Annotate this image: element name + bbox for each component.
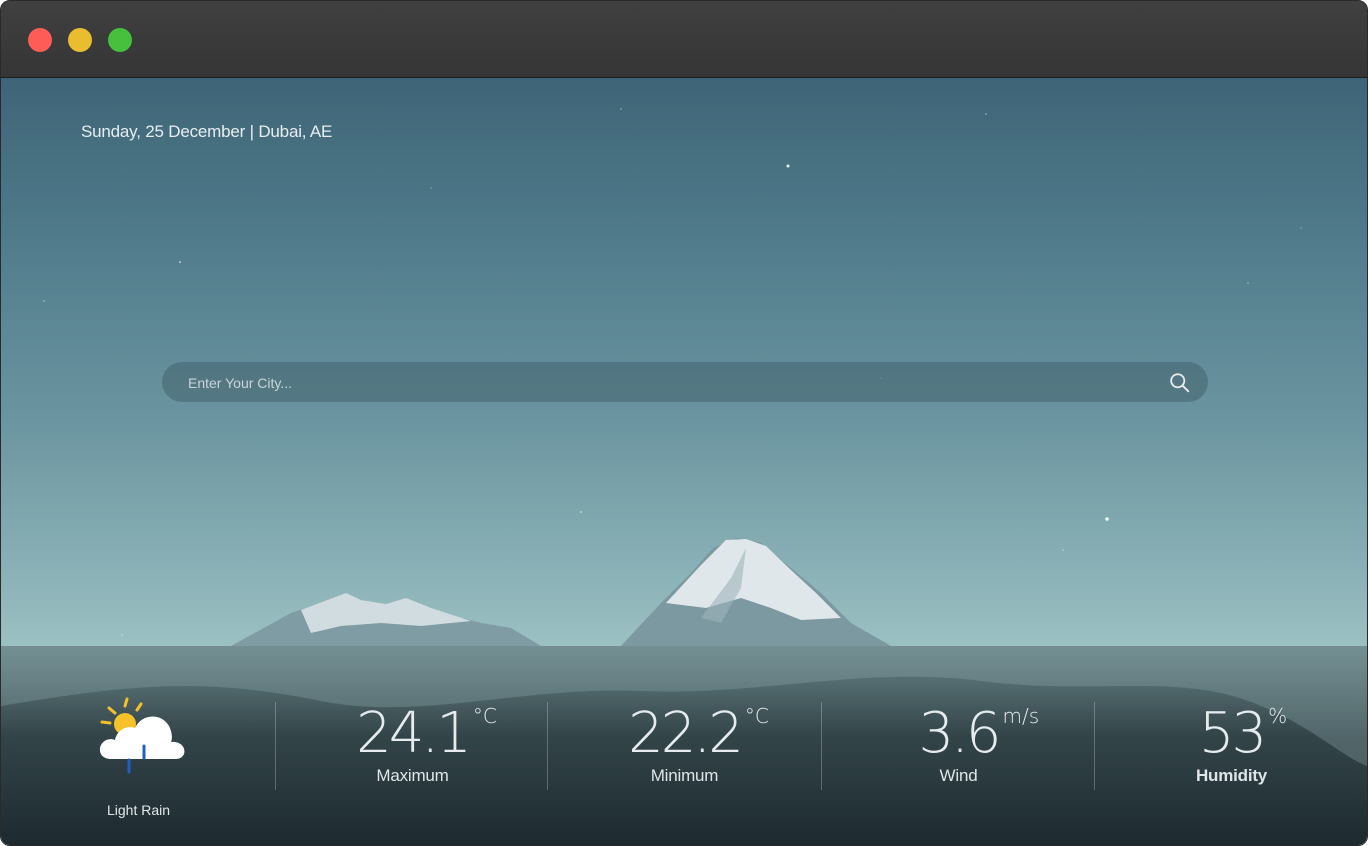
city-search-input[interactable]: [186, 362, 1150, 404]
background-scene: Sunday, 25 December | Dubai, AE Enter Yo…: [1, 78, 1367, 845]
minimize-button[interactable]: [68, 28, 92, 52]
date-location: Sunday, 25 December | Dubai, AE: [81, 122, 333, 141]
stat-unit: °C: [744, 704, 769, 728]
stat-value: 53%: [1198, 701, 1288, 766]
maximize-button[interactable]: [108, 28, 132, 52]
stat-label: Wind: [939, 766, 978, 785]
stat-value: 3.6 m/s: [918, 701, 1040, 766]
stat-wind: 3.6 m/s Wind: [822, 704, 1095, 786]
close-button[interactable]: [28, 28, 52, 52]
app-window: Sunday, 25 December | Dubai, AE Enter Yo…: [0, 0, 1368, 846]
stat-label: Humidity: [1195, 766, 1268, 785]
stat-unit: °C: [472, 704, 497, 728]
search-icon[interactable]: [1169, 372, 1190, 393]
stat-humidity: 53% Humidity: [1095, 704, 1367, 786]
stat-value: 22.2 °C: [628, 701, 769, 766]
weather-condition: Light Rain: [61, 696, 216, 818]
stat-unit: %: [1268, 704, 1288, 728]
condition-label: Light Rain: [106, 802, 171, 818]
search-bar: [162, 362, 1208, 404]
stat-maximum: 24.1 °C Maximum: [276, 704, 549, 786]
cloud-sun-rain-icon: [99, 697, 184, 774]
stat-unit: m/s: [1002, 704, 1040, 728]
weather-panel: Light Rain 24.1 °C Maximum 22.2 °C Minimum…: [1, 646, 1367, 845]
stat-label: Minimum: [650, 766, 719, 785]
stat-label: Maximum: [376, 766, 449, 785]
stat-minimum: 22.2 °C Minimum: [548, 704, 821, 786]
title-bar: [1, 1, 1367, 78]
stat-value: 24.1 °C: [356, 701, 497, 766]
